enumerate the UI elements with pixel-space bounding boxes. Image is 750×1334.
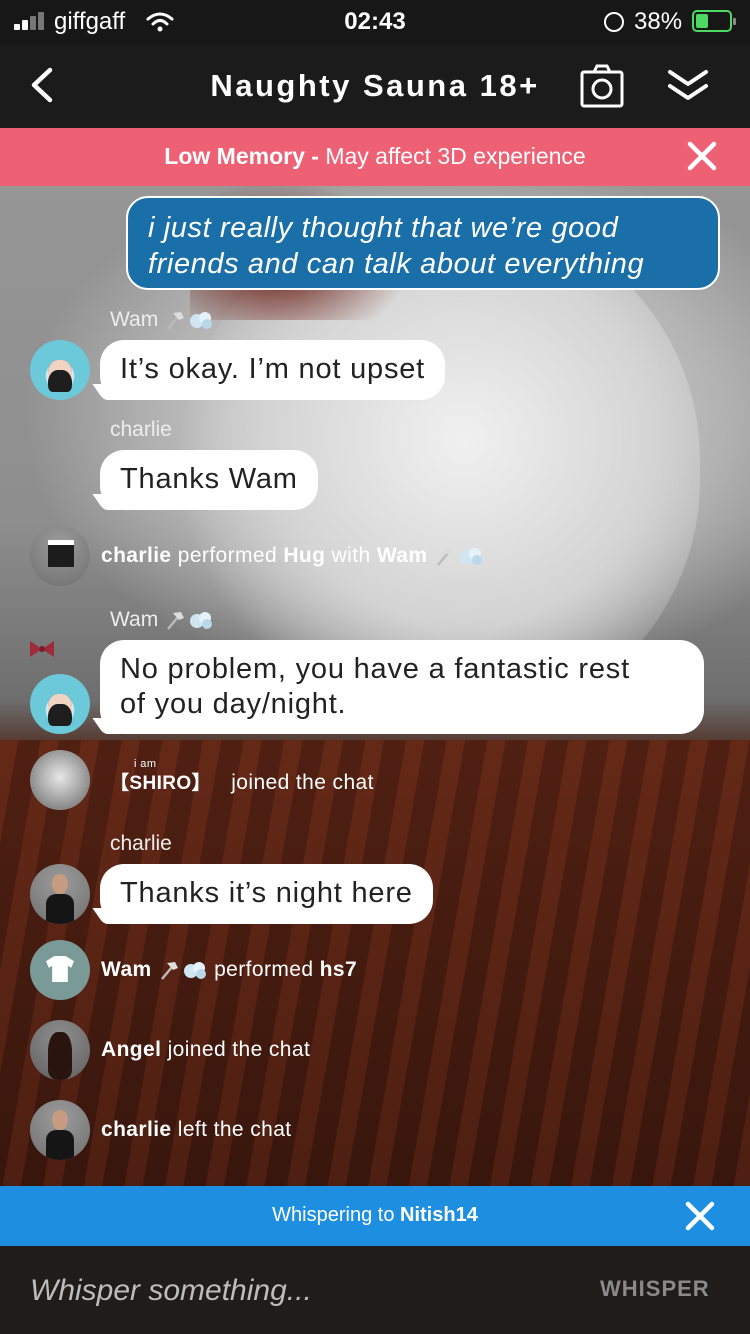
sender-name: charlie [110, 832, 172, 855]
close-icon[interactable] [686, 140, 718, 172]
smoke-puff-icon [183, 962, 206, 980]
avatar[interactable] [30, 340, 90, 400]
username: i am 【SHIRO】 [110, 758, 211, 794]
message-line: of you day/night. [120, 688, 347, 720]
hammer-icon [167, 312, 185, 331]
status-bar: giffgaff 02:43 38% [0, 0, 750, 44]
room-title: Naughty Sauna 18+ [210, 68, 540, 103]
camera-icon[interactable] [580, 64, 624, 108]
whisper-label: Whispering to Nitish14 [272, 1204, 478, 1226]
smoke-puff-icon [190, 612, 213, 630]
clapperboard-icon [48, 540, 74, 567]
close-icon[interactable] [684, 1200, 716, 1232]
whisper-input[interactable] [28, 1264, 572, 1318]
double-chevron-down-icon[interactable] [664, 64, 712, 108]
my-message-line: friends and can talk about everything [148, 248, 645, 280]
message-bubble: Thanks it’s night here [100, 864, 433, 924]
whisper-target-bar: Whispering to Nitish14 [0, 1186, 750, 1246]
system-event: i am 【SHIRO】 joined the chat [110, 758, 374, 794]
battery-icon [692, 10, 736, 32]
system-event: charlie performed Hug with Wam [101, 544, 484, 568]
avatar[interactable] [30, 526, 90, 586]
avatar[interactable] [30, 864, 90, 924]
room-header: Naughty Sauna 18+ [0, 44, 750, 128]
banner-detail: May affect 3D experience [325, 143, 586, 169]
message-line: No problem, you have a fantastic rest [120, 653, 630, 685]
bow-icon [30, 641, 54, 657]
hammer-icon [160, 962, 178, 981]
whisper-send-button[interactable]: WHISPER [600, 1276, 710, 1302]
avatar[interactable] [30, 750, 90, 810]
sender-name: charlie [110, 418, 172, 441]
avatar[interactable] [30, 1020, 90, 1080]
banner-message: Low Memory - May affect 3D experience [0, 143, 750, 170]
message-bubble: No problem, you have a fantastic rest of… [100, 640, 704, 734]
system-event: charlie left the chat [101, 1118, 292, 1141]
banner-title: Low Memory - [164, 143, 319, 169]
chevron-left-icon[interactable] [22, 60, 66, 110]
my-message-line: i just really thought that we’re good [148, 212, 619, 244]
avatar[interactable] [30, 674, 90, 734]
smoke-puff-icon [459, 548, 482, 566]
message-bubble: Thanks Wam [100, 450, 318, 510]
low-memory-banner: Low Memory - May affect 3D experience [0, 128, 750, 186]
rotation-lock-icon [604, 12, 624, 32]
hammer-icon [436, 548, 454, 567]
system-event: Wam performed hs7 [101, 958, 358, 981]
system-event: Angel joined the chat [101, 1038, 311, 1061]
sender-name: Wam [110, 308, 214, 332]
battery-percent: 38% [634, 8, 683, 35]
avatar[interactable] [30, 1100, 90, 1160]
smoke-puff-icon [190, 312, 213, 330]
whisper-target: Nitish14 [400, 1204, 478, 1226]
message-bubble: It’s okay. I’m not upset [100, 340, 446, 400]
my-message-bubble: i just really thought that we’re good fr… [126, 196, 720, 290]
chat-log[interactable]: i just really thought that we’re good fr… [0, 186, 750, 1186]
message-composer: WHISPER [0, 1246, 750, 1334]
sender-name: Wam [110, 608, 214, 632]
avatar[interactable] [30, 940, 90, 1000]
hammer-icon [167, 612, 185, 631]
